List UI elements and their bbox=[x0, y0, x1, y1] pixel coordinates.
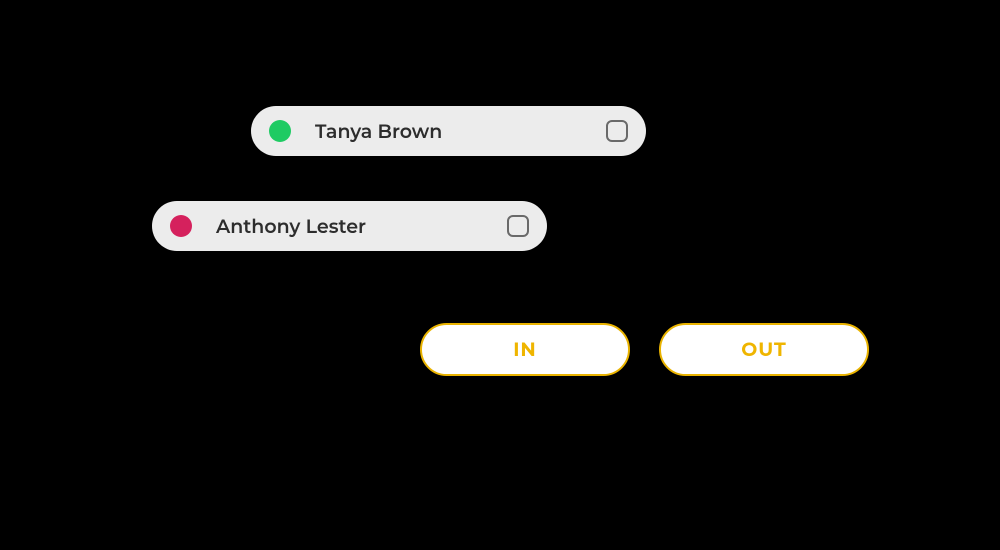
person-checkbox[interactable] bbox=[507, 215, 529, 237]
status-dot-icon bbox=[170, 215, 192, 237]
person-name: Tanya Brown bbox=[315, 120, 606, 143]
out-button-label: OUT bbox=[741, 338, 787, 361]
person-checkbox[interactable] bbox=[606, 120, 628, 142]
out-button[interactable]: OUT bbox=[659, 323, 869, 376]
person-row: Anthony Lester bbox=[152, 201, 547, 251]
person-row: Tanya Brown bbox=[251, 106, 646, 156]
status-dot-icon bbox=[269, 120, 291, 142]
person-name: Anthony Lester bbox=[216, 215, 507, 238]
in-button-label: IN bbox=[513, 338, 537, 361]
in-button[interactable]: IN bbox=[420, 323, 630, 376]
